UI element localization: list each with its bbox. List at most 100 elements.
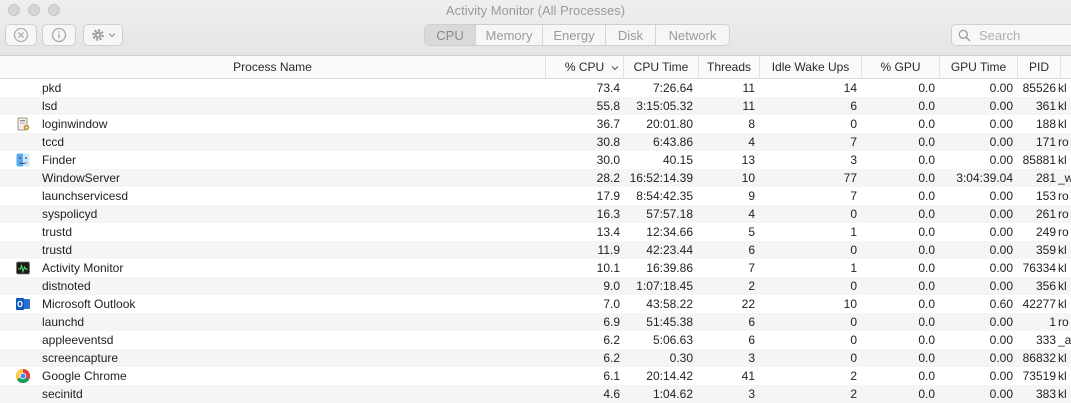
cell-gpu-time: 0.00 [989,387,1013,401]
cell-pid: 333 [1035,333,1056,347]
table-row[interactable]: launchservicesd 17.9 8:54:42.35 9 7 0.0 0.00 15… [0,187,1071,205]
cell-cpu-time: 51:45.38 [646,315,693,329]
process-name: loginwindow [42,117,108,131]
cell-idle: 0 [850,279,857,293]
cell-pid: 85881 [1022,153,1056,167]
stop-process-button[interactable] [5,24,37,46]
cell-gpu-time: 0.00 [989,153,1013,167]
actions-menu-button[interactable] [83,24,123,46]
cell-gpu: 0.0 [918,81,935,95]
cell-gpu-time: 0.00 [989,189,1013,203]
search-field[interactable] [951,24,1071,46]
cell-gpu: 0.0 [918,261,935,275]
cell-gpu-time: 0.00 [989,117,1013,131]
cell-pid: 42277 [1022,297,1056,311]
table-row[interactable]: trustd 11.9 42:23.44 6 0 0.0 0.00 359 kl [0,241,1071,259]
sort-descending-icon [611,66,619,71]
search-input[interactable] [977,26,1071,44]
cell-threads: 6 [748,243,755,257]
cell-cpu: 6.1 [603,369,620,383]
column-header-cpu[interactable]: % CPU [545,56,623,78]
cell-cpu-time: 1:07:18.45 [636,279,693,293]
cell-idle: 1 [850,261,857,275]
cell-idle: 2 [850,369,857,383]
table-row[interactable]: Google Chrome 6.1 20:14.42 41 2 0.0 0.00 73519 k… [0,367,1071,385]
cell-user: _w [1058,171,1071,185]
cell-gpu: 0.0 [918,279,935,293]
table-row[interactable]: lsd 55.8 3:15:05.32 11 6 0.0 0.00 361 kl [0,97,1071,115]
table-row[interactable]: trustd 13.4 12:34.66 5 1 0.0 0.00 249 ro [0,223,1071,241]
cell-cpu-time: 5:06.63 [652,333,693,347]
column-header-pid[interactable]: PID [1017,56,1060,78]
cell-idle: 1 [850,225,857,239]
inspect-process-button[interactable] [42,24,76,46]
tab-disk[interactable]: Disk [606,25,656,45]
table-row[interactable]: screencapture 6.2 0.30 3 0 0.0 0.00 86832 kl [0,349,1071,367]
cell-pid: 1 [1049,315,1056,329]
cell-threads: 4 [748,135,755,149]
process-name: trustd [42,243,73,257]
table-row[interactable]: Finder 30.0 40.15 13 3 0.0 0.00 85881 kl [0,151,1071,169]
process-name: WindowServer [42,171,121,185]
table-header: Process Name % CPU CPU Time Threads Idle… [0,56,1071,79]
cell-cpu: 6.2 [603,333,620,347]
table-row[interactable]: loginwindow 36.7 20:01.80 8 0 0.0 0.00 188 kl [0,115,1071,133]
tab-cpu[interactable]: CPU [425,25,476,45]
table-row[interactable]: secinitd 4.6 1:04.62 3 2 0.0 0.00 383 kl [0,385,1071,403]
cell-cpu-time: 12:34.66 [646,225,693,239]
tab-memory[interactable]: Memory [476,25,543,45]
cell-pid: 261 [1035,207,1056,221]
cell-gpu-time: 0.00 [989,81,1013,95]
cell-idle: 3 [850,153,857,167]
cell-cpu: 36.7 [596,117,620,131]
cell-gpu-time: 0.00 [989,225,1013,239]
table-row[interactable]: syspolicyd 16.3 57:57.18 4 0 0.0 0.00 261 ro [0,205,1071,223]
cell-idle: 77 [843,171,857,185]
toolbar: Activity Monitor (All Processes) CPU Mem… [0,0,1071,56]
cell-cpu-time: 6:43.86 [652,135,693,149]
cell-user: kl [1058,153,1067,167]
process-name: tccd [42,135,65,149]
cell-threads: 6 [748,315,755,329]
view-tabs: CPU Memory Energy Disk Network [424,24,730,46]
cell-pid: 76334 [1022,261,1056,275]
cell-cpu: 6.9 [603,315,620,329]
cell-idle: 0 [850,315,857,329]
cell-cpu: 73.4 [596,81,620,95]
cell-cpu: 17.9 [596,189,620,203]
table-row[interactable]: launchd 6.9 51:45.38 6 0 0.0 0.00 1 ro [0,313,1071,331]
cell-cpu: 13.4 [596,225,620,239]
table-row[interactable]: pkd 73.4 7:26.64 11 14 0.0 0.00 85526 kl [0,79,1071,97]
cell-cpu: 30.0 [596,153,620,167]
table-row[interactable]: distnoted 9.0 1:07:18.45 2 0 0.0 0.00 356 kl [0,277,1071,295]
column-header-gpu[interactable]: % GPU [861,56,939,78]
cell-gpu-time: 0.00 [989,99,1013,113]
column-header-threads[interactable]: Threads [698,56,759,78]
cell-cpu: 30.8 [596,135,620,149]
table-row[interactable]: tccd 30.8 6:43.86 4 7 0.0 0.00 171 ro [0,133,1071,151]
column-header-idle-wake-ups[interactable]: Idle Wake Ups [759,56,861,78]
cell-gpu: 0.0 [918,369,935,383]
table-row[interactable]: Activity Monitor 10.1 16:39.86 7 1 0.0 0.00 763… [0,259,1071,277]
column-header-gpu-time[interactable]: GPU Time [939,56,1017,78]
cell-idle: 2 [850,387,857,401]
cell-cpu-time: 20:14.42 [646,369,693,383]
chrome-icon [15,368,31,384]
cell-cpu-time: 40.15 [662,153,693,167]
cell-gpu: 0.0 [918,207,935,221]
column-header-process-name[interactable]: Process Name [0,56,545,78]
cell-gpu: 0.0 [918,171,935,185]
tab-energy[interactable]: Energy [543,25,606,45]
table-row[interactable]: WindowServer 28.2 16:52:14.39 10 77 0.0 3:04:3… [0,169,1071,187]
column-header-user[interactable] [1060,56,1071,78]
cell-threads: 11 [742,99,755,113]
cell-gpu-time: 0.00 [989,279,1013,293]
column-header-cpu-time[interactable]: CPU Time [623,56,698,78]
cell-user: ro [1058,315,1069,329]
cell-user: ro [1058,135,1069,149]
tab-network[interactable]: Network [656,25,729,45]
table-row[interactable]: Microsoft Outlook 7.0 43:58.22 22 10 0.0 0.60 4… [0,295,1071,313]
table-row[interactable]: appleeventsd 6.2 5:06.63 6 0 0.0 0.00 333 _a [0,331,1071,349]
cell-gpu: 0.0 [918,333,935,347]
cell-gpu: 0.0 [918,117,935,131]
